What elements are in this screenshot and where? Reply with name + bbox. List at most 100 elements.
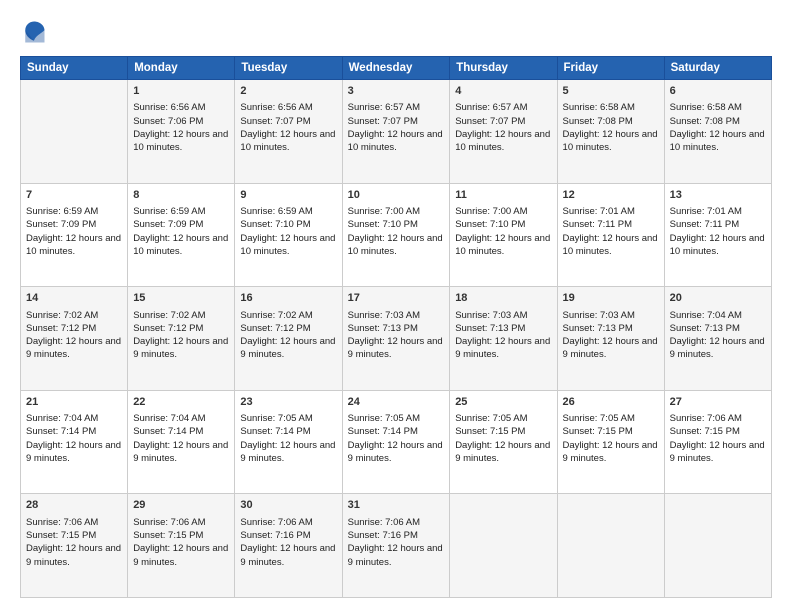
sunset-text: Sunset: 7:06 PM [133, 115, 229, 128]
day-number: 3 [348, 84, 445, 99]
daylight-text: Daylight: 12 hours and 10 minutes. [240, 128, 336, 155]
calendar-cell: 8Sunrise: 6:59 AMSunset: 7:09 PMDaylight… [128, 183, 235, 287]
sunset-text: Sunset: 7:12 PM [133, 322, 229, 335]
sunrise-text: Sunrise: 7:04 AM [670, 309, 766, 322]
day-number: 2 [240, 84, 336, 99]
daylight-text: Daylight: 12 hours and 9 minutes. [26, 335, 122, 362]
daylight-text: Daylight: 12 hours and 10 minutes. [240, 232, 336, 259]
logo-icon [20, 18, 48, 46]
sunrise-text: Sunrise: 7:06 AM [133, 516, 229, 529]
sunset-text: Sunset: 7:14 PM [26, 425, 122, 438]
sunset-text: Sunset: 7:14 PM [348, 425, 445, 438]
calendar-cell: 3Sunrise: 6:57 AMSunset: 7:07 PMDaylight… [342, 80, 450, 184]
header-row: SundayMondayTuesdayWednesdayThursdayFrid… [21, 57, 772, 80]
sunrise-text: Sunrise: 6:57 AM [455, 101, 551, 114]
sunrise-text: Sunrise: 7:01 AM [563, 205, 659, 218]
calendar-cell: 23Sunrise: 7:05 AMSunset: 7:14 PMDayligh… [235, 390, 342, 494]
sunset-text: Sunset: 7:13 PM [563, 322, 659, 335]
sunrise-text: Sunrise: 6:58 AM [563, 101, 659, 114]
sunrise-text: Sunrise: 6:56 AM [240, 101, 336, 114]
daylight-text: Daylight: 12 hours and 9 minutes. [348, 439, 445, 466]
sunrise-text: Sunrise: 7:06 AM [670, 412, 766, 425]
daylight-text: Daylight: 12 hours and 10 minutes. [348, 128, 445, 155]
calendar-cell: 25Sunrise: 7:05 AMSunset: 7:15 PMDayligh… [450, 390, 557, 494]
day-number: 18 [455, 291, 551, 306]
sunrise-text: Sunrise: 6:59 AM [240, 205, 336, 218]
daylight-text: Daylight: 12 hours and 9 minutes. [133, 335, 229, 362]
weekday-header-monday: Monday [128, 57, 235, 80]
day-number: 12 [563, 188, 659, 203]
sunset-text: Sunset: 7:12 PM [240, 322, 336, 335]
sunrise-text: Sunrise: 7:02 AM [26, 309, 122, 322]
day-number: 10 [348, 188, 445, 203]
sunset-text: Sunset: 7:15 PM [26, 529, 122, 542]
calendar-cell: 4Sunrise: 6:57 AMSunset: 7:07 PMDaylight… [450, 80, 557, 184]
daylight-text: Daylight: 12 hours and 10 minutes. [563, 128, 659, 155]
daylight-text: Daylight: 12 hours and 10 minutes. [455, 232, 551, 259]
weekday-header-tuesday: Tuesday [235, 57, 342, 80]
daylight-text: Daylight: 12 hours and 9 minutes. [240, 542, 336, 569]
daylight-text: Daylight: 12 hours and 9 minutes. [133, 542, 229, 569]
daylight-text: Daylight: 12 hours and 9 minutes. [348, 335, 445, 362]
weekday-header-saturday: Saturday [664, 57, 771, 80]
sunrise-text: Sunrise: 7:00 AM [455, 205, 551, 218]
sunrise-text: Sunrise: 6:59 AM [26, 205, 122, 218]
daylight-text: Daylight: 12 hours and 10 minutes. [670, 232, 766, 259]
daylight-text: Daylight: 12 hours and 9 minutes. [455, 335, 551, 362]
day-number: 9 [240, 188, 336, 203]
sunrise-text: Sunrise: 7:06 AM [26, 516, 122, 529]
daylight-text: Daylight: 12 hours and 9 minutes. [670, 335, 766, 362]
sunset-text: Sunset: 7:16 PM [240, 529, 336, 542]
sunrise-text: Sunrise: 7:04 AM [133, 412, 229, 425]
day-number: 15 [133, 291, 229, 306]
sunrise-text: Sunrise: 7:03 AM [455, 309, 551, 322]
sunset-text: Sunset: 7:16 PM [348, 529, 445, 542]
sunset-text: Sunset: 7:15 PM [670, 425, 766, 438]
calendar-cell [664, 494, 771, 598]
sunrise-text: Sunrise: 6:56 AM [133, 101, 229, 114]
sunrise-text: Sunrise: 7:00 AM [348, 205, 445, 218]
calendar-cell [557, 494, 664, 598]
week-row-2: 14Sunrise: 7:02 AMSunset: 7:12 PMDayligh… [21, 287, 772, 391]
daylight-text: Daylight: 12 hours and 9 minutes. [26, 542, 122, 569]
calendar-cell: 27Sunrise: 7:06 AMSunset: 7:15 PMDayligh… [664, 390, 771, 494]
daylight-text: Daylight: 12 hours and 9 minutes. [240, 335, 336, 362]
day-number: 14 [26, 291, 122, 306]
daylight-text: Daylight: 12 hours and 10 minutes. [26, 232, 122, 259]
sunset-text: Sunset: 7:14 PM [133, 425, 229, 438]
calendar-cell: 26Sunrise: 7:05 AMSunset: 7:15 PMDayligh… [557, 390, 664, 494]
daylight-text: Daylight: 12 hours and 10 minutes. [133, 128, 229, 155]
calendar-cell: 5Sunrise: 6:58 AMSunset: 7:08 PMDaylight… [557, 80, 664, 184]
calendar-cell: 9Sunrise: 6:59 AMSunset: 7:10 PMDaylight… [235, 183, 342, 287]
sunset-text: Sunset: 7:13 PM [348, 322, 445, 335]
sunset-text: Sunset: 7:10 PM [348, 218, 445, 231]
calendar-cell: 28Sunrise: 7:06 AMSunset: 7:15 PMDayligh… [21, 494, 128, 598]
day-number: 6 [670, 84, 766, 99]
weekday-header-thursday: Thursday [450, 57, 557, 80]
sunrise-text: Sunrise: 6:59 AM [133, 205, 229, 218]
sunset-text: Sunset: 7:13 PM [670, 322, 766, 335]
daylight-text: Daylight: 12 hours and 9 minutes. [670, 439, 766, 466]
calendar-cell: 22Sunrise: 7:04 AMSunset: 7:14 PMDayligh… [128, 390, 235, 494]
sunset-text: Sunset: 7:09 PM [26, 218, 122, 231]
day-number: 21 [26, 395, 122, 410]
daylight-text: Daylight: 12 hours and 10 minutes. [455, 128, 551, 155]
sunset-text: Sunset: 7:15 PM [563, 425, 659, 438]
calendar-cell: 12Sunrise: 7:01 AMSunset: 7:11 PMDayligh… [557, 183, 664, 287]
calendar-cell: 31Sunrise: 7:06 AMSunset: 7:16 PMDayligh… [342, 494, 450, 598]
page: SundayMondayTuesdayWednesdayThursdayFrid… [0, 0, 792, 612]
calendar-cell: 24Sunrise: 7:05 AMSunset: 7:14 PMDayligh… [342, 390, 450, 494]
day-number: 25 [455, 395, 551, 410]
weekday-header-sunday: Sunday [21, 57, 128, 80]
daylight-text: Daylight: 12 hours and 9 minutes. [563, 335, 659, 362]
calendar-cell: 6Sunrise: 6:58 AMSunset: 7:08 PMDaylight… [664, 80, 771, 184]
calendar-cell: 1Sunrise: 6:56 AMSunset: 7:06 PMDaylight… [128, 80, 235, 184]
sunset-text: Sunset: 7:14 PM [240, 425, 336, 438]
sunset-text: Sunset: 7:15 PM [133, 529, 229, 542]
sunset-text: Sunset: 7:09 PM [133, 218, 229, 231]
calendar-cell [450, 494, 557, 598]
sunrise-text: Sunrise: 7:02 AM [133, 309, 229, 322]
calendar-cell: 19Sunrise: 7:03 AMSunset: 7:13 PMDayligh… [557, 287, 664, 391]
calendar-cell: 20Sunrise: 7:04 AMSunset: 7:13 PMDayligh… [664, 287, 771, 391]
calendar-cell: 15 Sunrise: 7:02 AMSunset: 7:12 PMDayligh… [128, 287, 235, 391]
